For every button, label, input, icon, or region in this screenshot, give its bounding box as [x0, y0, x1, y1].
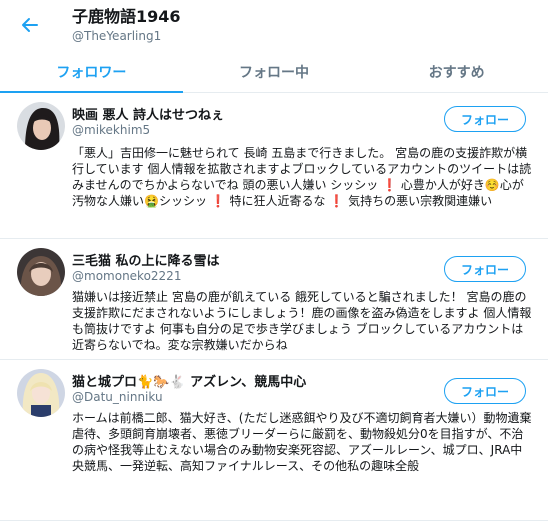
user-card-3[interactable]: 猫と城プロ🐈🐎🐇 アズレン、競馬中心 @Datu_ninniku フォロー ホー… [0, 360, 548, 521]
user-bio: ホームは前橋二郎、猫大好き、(ただし迷惑餌やり及び不適切飼育者大嫌い）動物遺棄虐… [72, 411, 532, 473]
user-card-1[interactable]: 映画 悪人 詩人はせつねぇ @mikekhim5 フォロー 「悪人」吉田修一に魅… [0, 93, 548, 239]
user-name[interactable]: 三毛猫 私の上に降る雪は [72, 250, 220, 269]
profile-handle: @TheYearling1 [72, 29, 162, 43]
page-title: 子鹿物語1946 [72, 7, 181, 26]
user-name[interactable]: 映画 悪人 詩人はせつねぇ [72, 104, 224, 123]
follow-button[interactable]: フォロー [444, 106, 526, 132]
follow-button[interactable]: フォロー [444, 256, 526, 282]
tab-recommended[interactable]: おすすめ [365, 52, 548, 92]
tab-bar: フォロワー フォロー中 おすすめ [0, 52, 548, 93]
user-name[interactable]: 猫と城プロ🐈🐎🐇 アズレン、競馬中心 [72, 371, 306, 390]
user-bio: 猫嫌いは接近禁止 宮島の鹿が飢えている 餓死していると騙されました！ 宮島の鹿の… [72, 290, 532, 352]
user-bio: 「悪人」吉田修一に魅せられて 長崎 五島まで行きました。 宮島の鹿の支援詐欺が横… [72, 146, 532, 208]
back-button[interactable] [14, 9, 46, 41]
user-card-2[interactable]: 三毛猫 私の上に降る雪は @momoneko2221 フォロー 猫嫌いは接近禁止… [0, 239, 548, 360]
profile-title-block: 子鹿物語1946 @TheYearling1 [72, 6, 181, 44]
user-handle[interactable]: @momoneko2221 [72, 269, 181, 283]
avatar[interactable] [17, 248, 65, 296]
avatar[interactable] [17, 369, 65, 417]
tab-following[interactable]: フォロー中 [183, 52, 366, 92]
avatar[interactable] [17, 102, 65, 150]
tab-followers[interactable]: フォロワー [0, 52, 183, 93]
user-handle[interactable]: @mikekhim5 [72, 123, 150, 137]
follow-button[interactable]: フォロー [444, 378, 526, 404]
page-header: 子鹿物語1946 @TheYearling1 [0, 0, 548, 52]
user-handle[interactable]: @Datu_ninniku [72, 390, 163, 404]
back-arrow-icon [22, 18, 38, 32]
